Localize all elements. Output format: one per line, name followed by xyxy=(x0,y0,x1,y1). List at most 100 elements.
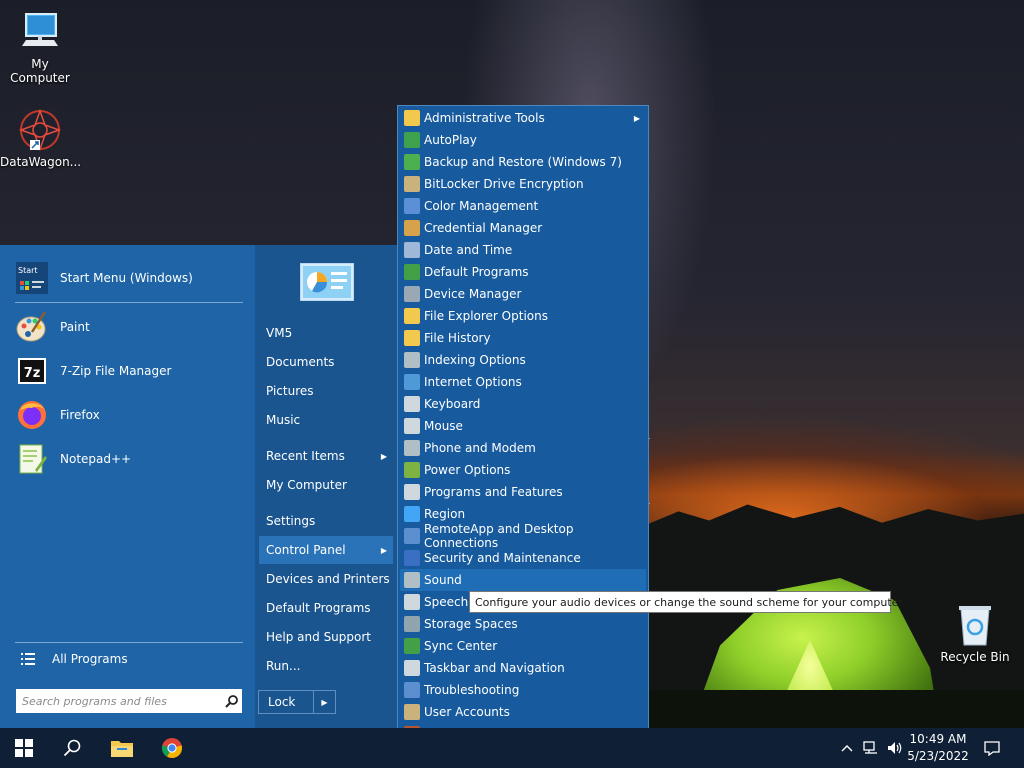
cp-item-bitlocker-drive-encryption[interactable]: BitLocker Drive Encryption xyxy=(400,173,646,195)
cp-item-phone-and-modem[interactable]: Phone and Modem xyxy=(400,437,646,459)
cp-item-indexing-options[interactable]: Indexing Options xyxy=(400,349,646,371)
right-item-label: Recent Items xyxy=(266,449,345,463)
right-item-my-computer[interactable]: My Computer xyxy=(259,471,393,499)
cp-item-date-and-time[interactable]: Date and Time xyxy=(400,239,646,261)
cp-item-default-programs[interactable]: Default Programs xyxy=(400,261,646,283)
cp-item-storage-spaces[interactable]: Storage Spaces xyxy=(400,613,646,635)
right-item-devices-and-printers[interactable]: Devices and Printers xyxy=(259,565,393,593)
pinned-app-firefox[interactable]: Firefox xyxy=(15,395,245,435)
cp-item-sound[interactable]: Sound xyxy=(400,569,646,591)
cp-item-autoplay[interactable]: AutoPlay xyxy=(400,129,646,151)
cp-item-icon xyxy=(404,308,420,324)
cp-item-icon xyxy=(404,374,420,390)
cp-item-taskbar-and-navigation[interactable]: Taskbar and Navigation xyxy=(400,657,646,679)
user-picture-control-panel-icon[interactable] xyxy=(299,262,355,302)
cp-item-icon xyxy=(404,484,420,500)
chevron-right-icon[interactable]: ▶ xyxy=(313,691,335,713)
pinned-app-label: Paint xyxy=(60,320,90,334)
search-icon xyxy=(63,739,81,757)
cp-item-label: File History xyxy=(424,331,491,345)
cp-item-label: Mouse xyxy=(424,419,463,433)
start-menu-header-label: Start Menu (Windows) xyxy=(60,271,193,285)
chevron-up-icon[interactable] xyxy=(838,728,856,768)
cp-item-icon xyxy=(404,506,420,522)
start-button[interactable] xyxy=(0,728,48,768)
cp-item-icon xyxy=(404,462,420,478)
cp-item-label: Color Management xyxy=(424,199,539,213)
cp-item-keyboard[interactable]: Keyboard xyxy=(400,393,646,415)
cp-item-sync-center[interactable]: Sync Center xyxy=(400,635,646,657)
search-button[interactable] xyxy=(48,728,96,768)
right-item-recent-items[interactable]: Recent Items ▶ xyxy=(259,442,393,470)
cp-item-file-explorer-options[interactable]: File Explorer Options xyxy=(400,305,646,327)
cp-item-device-manager[interactable]: Device Manager xyxy=(400,283,646,305)
cp-item-file-history[interactable]: File History xyxy=(400,327,646,349)
cp-item-mouse[interactable]: Mouse xyxy=(400,415,646,437)
right-item-label: Help and Support xyxy=(266,630,371,644)
right-item-vm5[interactable]: VM5 xyxy=(259,319,393,347)
recycle-bin-icon xyxy=(953,603,997,647)
cp-item-troubleshooting[interactable]: Troubleshooting xyxy=(400,679,646,701)
cp-item-user-accounts[interactable]: User Accounts xyxy=(400,701,646,723)
start-menu: Start Start Menu (Windows) Paint 7z 7-Zi… xyxy=(0,245,650,728)
pinned-app-label: 7-Zip File Manager xyxy=(60,364,172,378)
right-item-run[interactable]: Run... xyxy=(259,652,393,680)
cp-item-programs-and-features[interactable]: Programs and Features xyxy=(400,481,646,503)
right-item-music[interactable]: Music xyxy=(259,406,393,434)
cp-item-icon xyxy=(404,418,420,434)
pinned-app-label: Notepad++ xyxy=(60,452,132,466)
pinned-app-label: Firefox xyxy=(60,408,100,422)
cp-item-label: Credential Manager xyxy=(424,221,543,235)
right-item-default-programs[interactable]: Default Programs xyxy=(259,594,393,622)
cp-item-administrative-tools[interactable]: Administrative Tools ▶ xyxy=(400,107,646,129)
cp-item-credential-manager[interactable]: Credential Manager xyxy=(400,217,646,239)
cp-item-label: User Accounts xyxy=(424,705,510,719)
cp-item-label: Power Options xyxy=(424,463,511,477)
cp-item-label: Troubleshooting xyxy=(424,683,520,697)
pinned-app-7zip[interactable]: 7z 7-Zip File Manager xyxy=(15,351,245,391)
right-item-settings[interactable]: Settings xyxy=(259,507,393,535)
start-menu-header-item[interactable]: Start Start Menu (Windows) xyxy=(15,258,245,298)
cp-item-internet-options[interactable]: Internet Options xyxy=(400,371,646,393)
file-explorer-button[interactable] xyxy=(98,728,146,768)
right-item-pictures[interactable]: Pictures xyxy=(259,377,393,405)
pinned-app-paint[interactable]: Paint xyxy=(15,307,245,347)
lock-button: Lock ▶ xyxy=(258,690,336,714)
taskbar: 10:49 AM 5/23/2022 xyxy=(0,728,1024,768)
cp-item-power-options[interactable]: Power Options xyxy=(400,459,646,481)
search-icon[interactable] xyxy=(220,694,242,708)
tooltip: Configure your audio devices or change t… xyxy=(469,591,905,613)
right-item-documents[interactable]: Documents xyxy=(259,348,393,376)
folder-icon xyxy=(111,741,133,757)
cp-item-icon xyxy=(404,682,420,698)
chevron-right-icon: ▶ xyxy=(380,545,387,555)
cp-item-label: File Explorer Options xyxy=(424,309,548,323)
desktop-icon-datawagon[interactable]: DataWagon... xyxy=(0,108,82,169)
desktop-icon-recycle-bin[interactable]: Recycle Bin xyxy=(935,603,1015,664)
right-item-label: VM5 xyxy=(266,326,293,340)
cp-item-color-management[interactable]: Color Management xyxy=(400,195,646,217)
volume-icon[interactable] xyxy=(884,728,906,768)
search-input[interactable] xyxy=(22,691,220,711)
notifications-icon[interactable] xyxy=(978,728,1006,768)
cp-item-label: Phone and Modem xyxy=(424,441,536,455)
lock-label[interactable]: Lock xyxy=(259,695,313,709)
all-programs-button[interactable]: All Programs xyxy=(15,641,245,677)
right-item-label: Settings xyxy=(266,514,316,528)
cp-item-remoteapp-and-desktop-connections[interactable]: RemoteApp and Desktop Connections xyxy=(400,522,646,550)
cp-item-icon xyxy=(404,330,420,346)
cp-item-backup-and-restore-windows-7[interactable]: Backup and Restore (Windows 7) xyxy=(400,151,646,173)
right-item-help-and-support[interactable]: Help and Support xyxy=(259,623,393,651)
desktop-icon-label: DataWagon... xyxy=(0,155,82,169)
network-icon[interactable] xyxy=(860,728,882,768)
pinned-app-notepadpp[interactable]: Notepad++ xyxy=(15,439,245,479)
desktop-icon-my-computer[interactable]: My Computer xyxy=(0,10,80,85)
right-item-control-panel[interactable]: Control Panel ▶ xyxy=(259,536,393,564)
cp-item-security-and-maintenance[interactable]: Security and Maintenance xyxy=(400,547,646,569)
chrome-button[interactable] xyxy=(148,728,196,768)
cp-item-label: RemoteApp and Desktop Connections xyxy=(424,522,574,550)
cp-item-label: Sync Center xyxy=(424,639,498,653)
system-clock[interactable]: 10:49 AM 5/23/2022 xyxy=(905,731,971,765)
cp-item-icon xyxy=(404,352,420,368)
cp-item-label: Region xyxy=(424,507,466,521)
